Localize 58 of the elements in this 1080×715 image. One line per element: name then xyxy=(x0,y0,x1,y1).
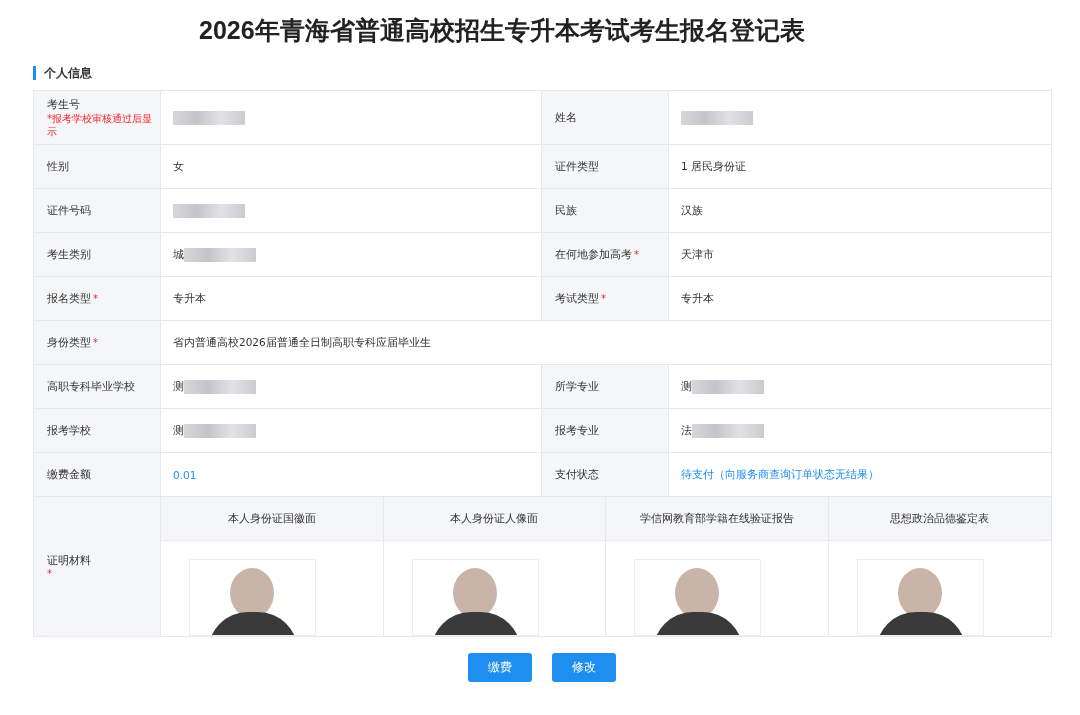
field-label: 所学专业 xyxy=(555,379,599,394)
field-value: 0.01 xyxy=(173,468,197,481)
field-label: 考生类别 xyxy=(47,247,91,262)
field-label: 报考专业 xyxy=(555,423,599,438)
field-value: 测 xyxy=(173,379,184,394)
column-header: 本人身份证人像面 xyxy=(383,497,606,541)
field-label: 考试类型 xyxy=(555,291,599,306)
field-value: 专升本 xyxy=(173,291,206,306)
column-header: 思想政治品德鉴定表 xyxy=(828,497,1051,541)
blurred-text xyxy=(173,203,245,218)
field-label: 证件号码 xyxy=(47,203,91,218)
field-label: 姓名 xyxy=(555,110,577,125)
field-label: 身份类型 xyxy=(47,335,91,350)
field-value: 专升本 xyxy=(681,291,714,306)
field-value: 汉族 xyxy=(681,203,703,218)
photo-placeholder[interactable] xyxy=(856,559,984,636)
field-value: 法 xyxy=(681,423,692,438)
section-title: 个人信息 xyxy=(44,64,92,82)
field-label: 报考学校 xyxy=(47,423,91,438)
field-label: 报名类型 xyxy=(47,291,91,306)
photo-placeholder[interactable] xyxy=(189,559,316,636)
field-label: 支付状态 xyxy=(555,467,599,482)
blurred-text xyxy=(184,379,256,394)
action-button[interactable]: 修改 xyxy=(551,653,616,682)
field-value: 测 xyxy=(173,423,184,438)
required-mark: * xyxy=(634,249,639,260)
field-value: 1 居民身份证 xyxy=(681,159,747,174)
column-header: 本人身份证国徽面 xyxy=(161,497,384,541)
field-value: 天津市 xyxy=(681,247,714,262)
field-value: 城 xyxy=(173,247,184,262)
required-mark: * xyxy=(93,337,98,348)
photo-placeholder[interactable] xyxy=(634,559,761,636)
field-label: 高职专科毕业学校 xyxy=(47,379,135,394)
action-button[interactable]: 缴费 xyxy=(467,653,532,682)
field-label: 证明材料 xyxy=(47,554,92,568)
form-title: 2026年青海省普通高校招生专升本考试考生报名登记表 xyxy=(199,15,806,46)
blurred-text xyxy=(692,379,764,394)
field-label: 证件类型 xyxy=(555,159,599,174)
field-label: 在何地参加高考 xyxy=(555,247,632,262)
required-mark: * xyxy=(93,293,98,304)
column-header: 学信网教育部学籍在线验证报告 xyxy=(606,497,829,541)
field-value: 省内普通高校2026届普通全日制高职专科应届毕业生 xyxy=(173,335,431,350)
field-label: 考生号 xyxy=(47,97,80,112)
blurred-text xyxy=(681,110,753,125)
field-value: 测 xyxy=(681,379,692,394)
field-value: 待支付（向服务商查询订单状态无结果） xyxy=(681,467,879,482)
blurred-text xyxy=(184,247,256,262)
blurred-text xyxy=(692,423,764,438)
field-label: 性别 xyxy=(47,159,69,174)
required-mark: * xyxy=(47,568,53,579)
field-label: 缴费金额 xyxy=(47,467,91,482)
field-note: *报考学校审核通过后显示 xyxy=(47,111,153,138)
required-mark: * xyxy=(601,293,606,304)
field-label: 民族 xyxy=(555,203,577,218)
blurred-text xyxy=(173,110,245,125)
field-value: 女 xyxy=(173,159,184,174)
photo-placeholder[interactable] xyxy=(411,559,539,636)
blurred-text xyxy=(184,423,256,438)
